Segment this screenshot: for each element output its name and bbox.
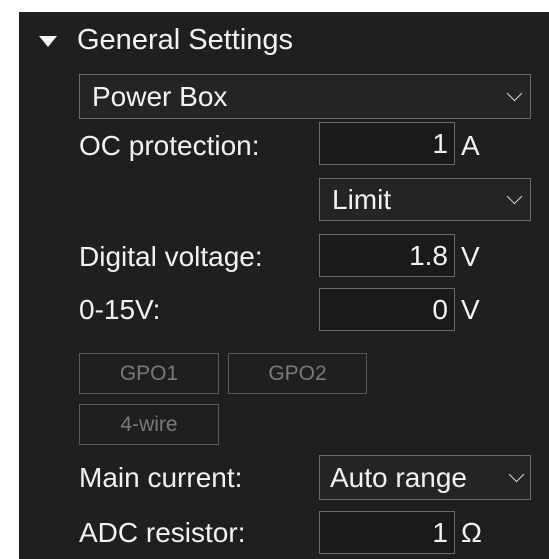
general-settings-header[interactable]: General Settings — [39, 22, 293, 58]
chevron-down-icon — [508, 466, 525, 483]
range-0-15v-unit: V — [461, 294, 480, 325]
oc-protection-input[interactable]: 1 — [319, 122, 455, 165]
chevron-down-icon — [506, 85, 523, 102]
gpo2-button[interactable]: GPO2 — [228, 353, 367, 394]
range-0-15v-label: 0-15V: — [79, 294, 161, 325]
oc-mode-select-value: Limit — [332, 183, 392, 215]
device-select[interactable]: Power Box — [79, 74, 531, 119]
oc-protection-label: OC protection: — [79, 130, 260, 161]
oc-protection-unit: A — [461, 130, 480, 161]
main-current-label: Main current: — [79, 462, 243, 493]
caret-down-icon[interactable] — [39, 35, 57, 47]
digital-voltage-unit: V — [461, 241, 480, 272]
four-wire-button[interactable]: 4-wire — [79, 404, 219, 445]
oc-mode-select[interactable]: Limit — [319, 178, 531, 221]
device-select-value: Power Box — [92, 80, 228, 112]
chevron-down-icon — [506, 188, 523, 205]
section-title: General Settings — [77, 23, 294, 56]
range-0-15v-input[interactable]: 0 — [319, 288, 455, 331]
digital-voltage-input[interactable]: 1.8 — [319, 234, 455, 277]
gpo1-button[interactable]: GPO1 — [79, 353, 219, 394]
settings-panel: General Settings Power Box OC protection… — [19, 12, 549, 559]
adc-resistor-unit: Ω — [461, 517, 482, 548]
adc-resistor-input[interactable]: 1 — [319, 511, 455, 554]
adc-resistor-label: ADC resistor: — [79, 517, 246, 548]
main-current-select-value: Auto range — [330, 461, 467, 493]
digital-voltage-label: Digital voltage: — [79, 241, 263, 272]
main-current-select[interactable]: Auto range — [319, 455, 531, 500]
